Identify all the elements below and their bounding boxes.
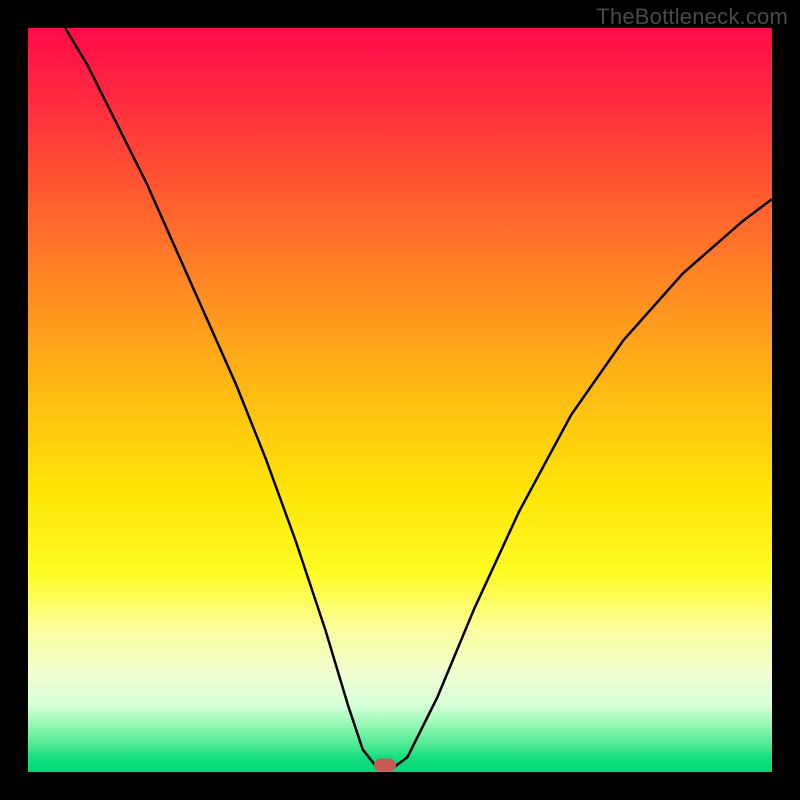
plot-area [28, 28, 772, 772]
chart-frame: TheBottleneck.com [0, 0, 800, 800]
watermark-text: TheBottleneck.com [596, 4, 788, 30]
minimum-marker [374, 759, 396, 772]
curve-path [65, 28, 772, 768]
bottleneck-curve [28, 28, 772, 772]
